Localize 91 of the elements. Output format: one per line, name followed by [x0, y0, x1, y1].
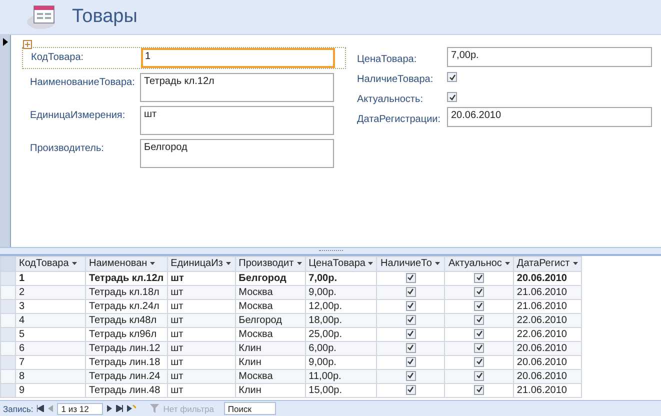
input-field[interactable]: 1: [141, 48, 335, 68]
table-cell: 21.06.2010: [513, 384, 582, 398]
input-field[interactable]: Тетрадь кл.12л: [140, 73, 334, 102]
table-cell: Москва: [235, 370, 306, 384]
input-field[interactable]: Белгород: [140, 139, 334, 168]
table-cell: Клин: [235, 342, 306, 356]
checkbox[interactable]: [406, 328, 416, 339]
checkbox[interactable]: [406, 314, 416, 325]
column-header[interactable]: КодТовара: [16, 256, 86, 272]
checkbox[interactable]: [474, 356, 484, 367]
table-cell: Тетрадь кл48л: [86, 314, 168, 328]
checkbox[interactable]: [474, 286, 484, 297]
checkbox[interactable]: [406, 370, 416, 381]
table-cell: 8: [16, 370, 86, 384]
checkbox[interactable]: [406, 272, 416, 283]
caret-icon[interactable]: [434, 262, 440, 266]
table-cell: Тетрадь лин.48: [86, 384, 168, 398]
caret-icon[interactable]: [72, 262, 77, 266]
table-cell: 4: [16, 314, 86, 328]
table-cell: Тетрадь лин.12: [86, 342, 168, 356]
search-field[interactable]: Поиск: [224, 402, 276, 415]
caret-icon[interactable]: [572, 262, 578, 266]
table-cell: 15,00р.: [305, 384, 377, 398]
field-label: ЕдиницаИзмерения:: [30, 109, 126, 121]
layout-move-icon[interactable]: [23, 40, 32, 49]
filter-icon: [150, 404, 160, 413]
checkbox[interactable]: [474, 342, 484, 353]
caret-icon[interactable]: [296, 262, 302, 266]
table-cell: шт: [167, 384, 236, 398]
field-label: Актуальность:: [357, 92, 424, 104]
last-record-icon[interactable]: [116, 405, 124, 412]
table-cell: 18,00р.: [305, 314, 377, 328]
current-record-icon: [2, 38, 8, 46]
column-header[interactable]: НаличиеТо: [376, 256, 445, 272]
table-cell: 22.06.2010: [513, 314, 582, 328]
table-cell: Клин: [235, 384, 306, 398]
input-field[interactable]: шт: [140, 106, 334, 135]
table-cell: Москва: [235, 286, 306, 300]
table-cell: Тетрадь лин.24: [86, 370, 168, 384]
table-cell: Белгород: [235, 314, 306, 328]
field-label: НаличиеТовара:: [357, 72, 434, 84]
field-label: Производитель:: [30, 142, 105, 154]
checkbox[interactable]: [406, 286, 416, 297]
form-title: Товары: [72, 6, 138, 28]
input-field[interactable]: 7,00р.: [447, 47, 652, 67]
field-label: ЦенаТовара:: [357, 52, 418, 64]
column-header[interactable]: ЕдиницаИз: [167, 256, 236, 272]
column-header[interactable]: Актуальнос: [444, 256, 514, 272]
table-cell: 20.06.2010: [513, 342, 582, 356]
checkbox[interactable]: [447, 92, 457, 102]
table-cell: 2: [16, 286, 86, 300]
table-cell: Тетрадь кл.18л: [86, 286, 168, 300]
field-label: НаименованиеТовара:: [30, 76, 136, 88]
table-cell: шт: [167, 370, 236, 384]
checkbox[interactable]: [447, 72, 457, 82]
table-cell: 11,00р.: [305, 370, 377, 384]
table-cell: 21.06.2010: [513, 286, 582, 300]
caret-icon[interactable]: [150, 262, 156, 266]
checkbox[interactable]: [474, 384, 484, 395]
checkbox[interactable]: [474, 328, 484, 339]
checkbox[interactable]: [474, 370, 484, 381]
checkbox[interactable]: [406, 300, 416, 311]
table-cell: 9: [16, 384, 86, 398]
record-label: Запись:: [3, 404, 34, 414]
column-header[interactable]: Производит: [235, 256, 306, 272]
caret-icon[interactable]: [226, 262, 231, 266]
table-cell: шт: [167, 286, 236, 300]
caret-icon[interactable]: [368, 262, 374, 266]
table-cell: 6,00р.: [305, 342, 377, 356]
table-cell: шт: [167, 342, 236, 356]
input-field[interactable]: 20.06.2010: [447, 107, 652, 127]
checkbox[interactable]: [406, 342, 416, 353]
column-header[interactable]: ЦенаТовара: [305, 256, 377, 272]
column-header[interactable]: Наименован: [86, 256, 168, 272]
table-cell: 6: [16, 342, 86, 356]
caret-icon[interactable]: [504, 262, 510, 266]
checkbox[interactable]: [474, 272, 484, 283]
record-position-field[interactable]: 1 из 12: [57, 402, 104, 414]
checkbox[interactable]: [406, 384, 416, 395]
field-label: КодТовара:: [31, 51, 85, 63]
checkbox[interactable]: [474, 314, 484, 325]
checkbox[interactable]: [406, 356, 416, 367]
column-header[interactable]: ДатаРегист: [513, 256, 582, 272]
table-cell: 9,00р.: [305, 286, 377, 300]
field-label: ДатаРегистрации:: [357, 112, 442, 124]
table-cell: 20.06.2010: [513, 370, 582, 384]
checkbox[interactable]: [474, 300, 484, 311]
table-cell: шт: [167, 314, 236, 328]
new-record-icon[interactable]: [127, 405, 136, 412]
next-record-icon[interactable]: [107, 405, 112, 412]
first-record-icon[interactable]: [37, 405, 44, 412]
